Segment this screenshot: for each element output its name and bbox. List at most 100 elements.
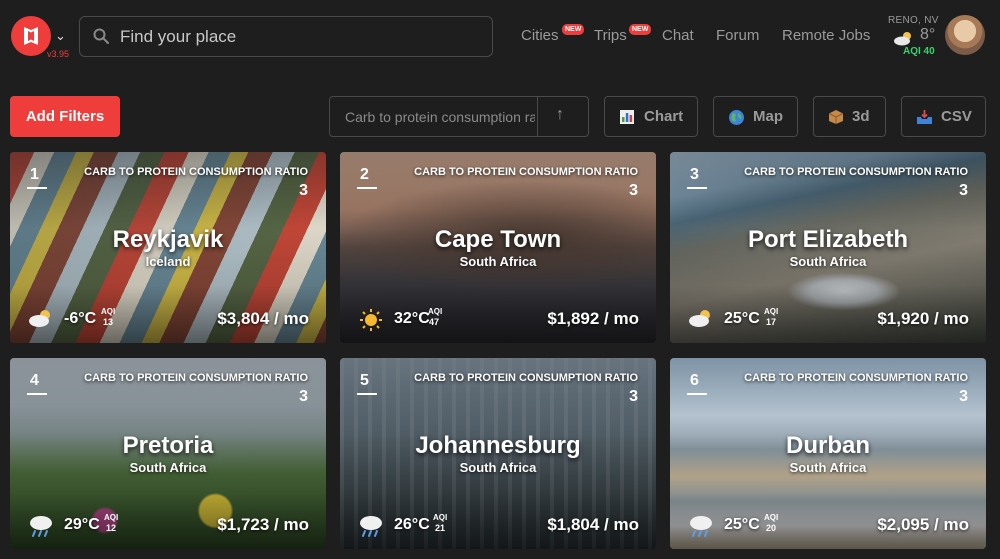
csv-button-label: CSV	[941, 108, 972, 125]
city-name: Pretoria	[122, 432, 214, 459]
city-name: Reykjavik	[112, 226, 224, 253]
temperature: 32°C	[394, 310, 430, 327]
nav-forum[interactable]: Forum	[716, 27, 759, 44]
metric-label: CARB TO PROTEIN CONSUMPTION RATIO	[744, 166, 968, 178]
add-filters-button[interactable]: Add Filters	[10, 96, 120, 137]
nav-remote-jobs[interactable]: Remote Jobs	[782, 27, 870, 44]
nomad-logo[interactable]	[11, 16, 51, 56]
country-name: South Africa	[459, 254, 537, 269]
city-name: Durban	[786, 432, 870, 459]
rain-cloud-icon	[360, 516, 382, 537]
3d-button-label: 3d	[852, 108, 870, 125]
divider	[687, 393, 707, 395]
metric-label: CARB TO PROTEIN CONSUMPTION RATIO	[84, 166, 308, 178]
inbox-tray-icon	[917, 110, 932, 124]
city-name: Johannesburg	[415, 432, 581, 459]
metric-label: CARB TO PROTEIN CONSUMPTION RATIO	[414, 166, 638, 178]
search-input[interactable]	[120, 25, 480, 49]
sort-select[interactable]: Carb to protein consumption ratio ↑	[329, 96, 589, 137]
chart-button[interactable]: Chart	[604, 96, 698, 137]
partly-cloudy-icon	[689, 310, 710, 327]
aqi-value: 12	[106, 523, 117, 533]
rank-number: 1	[30, 166, 39, 183]
metric-value: 3	[299, 388, 308, 405]
chart-button-label: Chart	[644, 108, 684, 125]
city-card[interactable]: 3 CARB TO PROTEIN CONSUMPTION RATIO 3 Po…	[670, 152, 986, 343]
temperature: -6°C	[64, 310, 97, 327]
divider	[687, 187, 707, 189]
rank-number: 2	[360, 166, 369, 183]
aqi-label: AQI	[101, 307, 116, 316]
aqi-value: 21	[435, 523, 446, 533]
metric-value: 3	[959, 182, 968, 199]
cost-of-living: $1,892 / mo	[547, 309, 639, 328]
metric-value: 3	[299, 182, 308, 199]
version-label: v3.95	[47, 49, 70, 59]
rain-cloud-icon	[30, 516, 52, 537]
user-avatar[interactable]	[945, 15, 985, 55]
new-badge: NEW	[562, 24, 585, 35]
nav-cities[interactable]: Cities	[521, 27, 559, 44]
new-badge: NEW	[629, 24, 652, 35]
box-icon	[828, 110, 844, 124]
city-card[interactable]: 5 CARB TO PROTEIN CONSUMPTION RATIO 3 Jo…	[340, 358, 656, 549]
search-box[interactable]	[79, 16, 493, 57]
temperature: 25°C	[724, 310, 760, 327]
sort-direction-button[interactable]: ↑	[556, 106, 564, 124]
city-name: Port Elizabeth	[747, 226, 909, 253]
metric-label: CARB TO PROTEIN CONSUMPTION RATIO	[414, 372, 638, 384]
divider	[27, 187, 47, 189]
city-name: Cape Town	[434, 226, 562, 253]
aqi-value: 17	[766, 317, 777, 327]
weather-location: RENO, NV	[888, 15, 939, 26]
aqi-label: AQI	[104, 513, 119, 522]
metric-label: CARB TO PROTEIN CONSUMPTION RATIO	[744, 372, 968, 384]
city-card[interactable]: 1 CARB TO PROTEIN CONSUMPTION RATIO 3 Re…	[10, 152, 326, 343]
divider	[27, 393, 47, 395]
cost-of-living: $1,920 / mo	[877, 309, 969, 328]
country-name: Iceland	[145, 254, 191, 269]
city-card[interactable]: 6 CARB TO PROTEIN CONSUMPTION RATIO 3 Du…	[670, 358, 986, 549]
chevron-down-icon[interactable]: ⌄	[55, 28, 66, 44]
map-button-label: Map	[753, 108, 783, 125]
top-bar: ⌄ v3.95 Cities NEW Trips NEW Chat Forum …	[0, 0, 1000, 78]
sort-field-label: Carb to protein consumption ratio	[345, 109, 535, 125]
nav-trips[interactable]: Trips	[594, 27, 627, 44]
aqi-label: AQI	[428, 307, 443, 316]
metric-label: CARB TO PROTEIN CONSUMPTION RATIO	[84, 372, 308, 384]
csv-button[interactable]: CSV	[901, 96, 986, 137]
aqi-label: AQI	[764, 513, 779, 522]
rank-number: 4	[30, 372, 39, 389]
divider	[357, 393, 377, 395]
temperature: 25°C	[724, 516, 760, 533]
metric-value: 3	[629, 182, 638, 199]
city-card[interactable]: 4 CARB TO PROTEIN CONSUMPTION RATIO 3 Pr…	[10, 358, 326, 549]
rank-number: 6	[690, 372, 699, 389]
cost-of-living: $2,095 / mo	[877, 515, 969, 534]
city-card[interactable]: 2 CARB TO PROTEIN CONSUMPTION RATIO 3 Ca…	[340, 152, 656, 343]
cost-of-living: $3,804 / mo	[217, 309, 309, 328]
country-name: South Africa	[789, 460, 867, 475]
country-name: South Africa	[789, 254, 867, 269]
rain-cloud-icon	[690, 516, 712, 537]
metric-value: 3	[629, 388, 638, 405]
metric-value: 3	[959, 388, 968, 405]
rank-number: 3	[690, 166, 699, 183]
3d-button[interactable]: 3d	[813, 96, 886, 137]
map-button[interactable]: Map	[713, 96, 798, 137]
weather-temperature: 8°	[920, 26, 936, 43]
search-icon	[93, 28, 110, 45]
country-name: South Africa	[459, 460, 537, 475]
temperature: 26°C	[394, 516, 430, 533]
sun-icon	[360, 309, 382, 331]
divider	[537, 97, 538, 136]
weather-aqi: AQI 40	[903, 46, 935, 57]
cost-of-living: $1,723 / mo	[217, 515, 309, 534]
nav-chat[interactable]: Chat	[662, 27, 694, 44]
aqi-value: 13	[103, 317, 114, 327]
bar-chart-icon	[620, 110, 634, 124]
cost-of-living: $1,804 / mo	[547, 515, 639, 534]
temperature: 29°C	[64, 516, 100, 533]
country-name: South Africa	[129, 460, 207, 475]
aqi-label: AQI	[433, 513, 448, 522]
